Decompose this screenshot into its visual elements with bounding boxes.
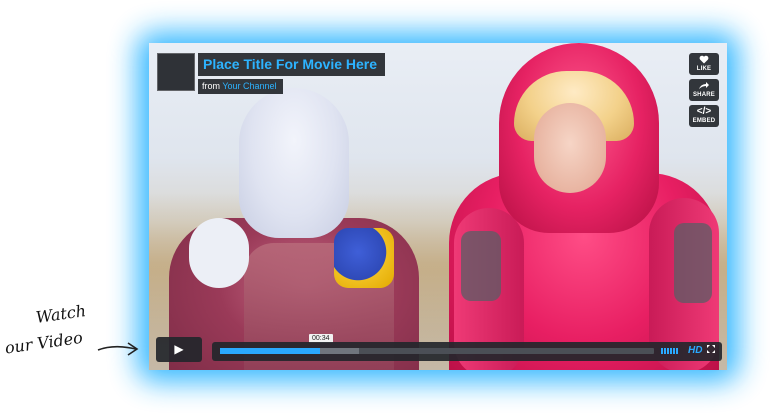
like-label: LIKE	[696, 66, 712, 72]
fullscreen-icon	[706, 345, 716, 357]
volume-control[interactable]	[661, 348, 678, 354]
play-icon: ▶	[174, 342, 184, 356]
volume-bar	[661, 348, 663, 354]
action-buttons: LIKE SHARE </> EMBED	[689, 53, 719, 131]
fullscreen-button[interactable]	[706, 344, 716, 359]
volume-bar	[667, 348, 669, 354]
share-label: SHARE	[692, 92, 715, 98]
handwritten-note: Watch our Video	[0, 299, 99, 357]
volume-bar	[676, 348, 678, 354]
heart-icon	[689, 55, 719, 65]
progress-played	[220, 348, 320, 354]
video-frame-right-panel	[674, 223, 712, 303]
note-line-2: our Video	[3, 327, 84, 358]
embed-label: EMBED	[692, 118, 716, 124]
share-button[interactable]: SHARE	[689, 79, 719, 101]
byline-prefix: from	[202, 81, 220, 91]
video-frame-white-hood	[239, 88, 349, 238]
video-frame-sleeve	[189, 218, 249, 288]
progress-track[interactable]	[220, 348, 654, 354]
arrow-icon	[97, 342, 139, 356]
like-button[interactable]: LIKE	[689, 53, 719, 75]
byline: from Your Channel	[198, 79, 283, 94]
volume-bar	[664, 348, 666, 354]
channel-link[interactable]: Your Channel	[222, 81, 276, 91]
embed-icon: </>	[696, 106, 712, 117]
video-title[interactable]: Place Title For Movie Here	[198, 53, 386, 76]
video-frame-toy	[334, 228, 394, 288]
share-icon	[689, 81, 719, 91]
video-frame-left-panel	[461, 231, 501, 301]
channel-thumbnail[interactable]	[157, 53, 195, 91]
note-line-1: Watch	[34, 301, 88, 327]
volume-bar	[670, 348, 672, 354]
volume-bar	[673, 348, 675, 354]
embed-button[interactable]: </> EMBED	[689, 105, 719, 127]
video-frame-face	[534, 103, 606, 193]
video-player[interactable]: Place Title For Movie Here from Your Cha…	[149, 43, 727, 370]
control-bar: HD	[212, 342, 722, 361]
title-overlay: Place Title For Movie Here from Your Cha…	[198, 53, 386, 94]
play-button[interactable]: ▶	[156, 337, 202, 362]
hd-toggle[interactable]: HD	[688, 345, 702, 357]
